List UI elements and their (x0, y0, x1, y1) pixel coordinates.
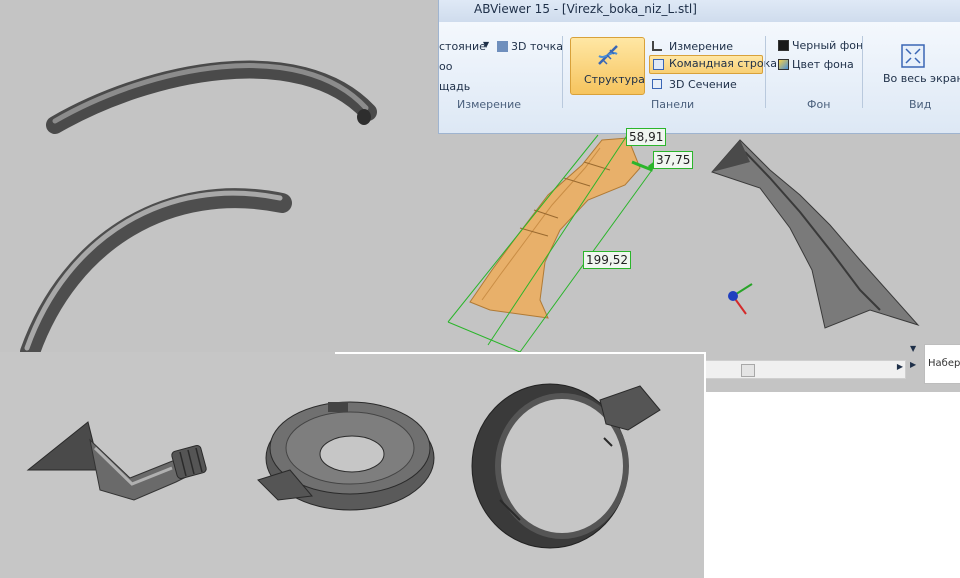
tall-ring-part (471, 383, 661, 549)
